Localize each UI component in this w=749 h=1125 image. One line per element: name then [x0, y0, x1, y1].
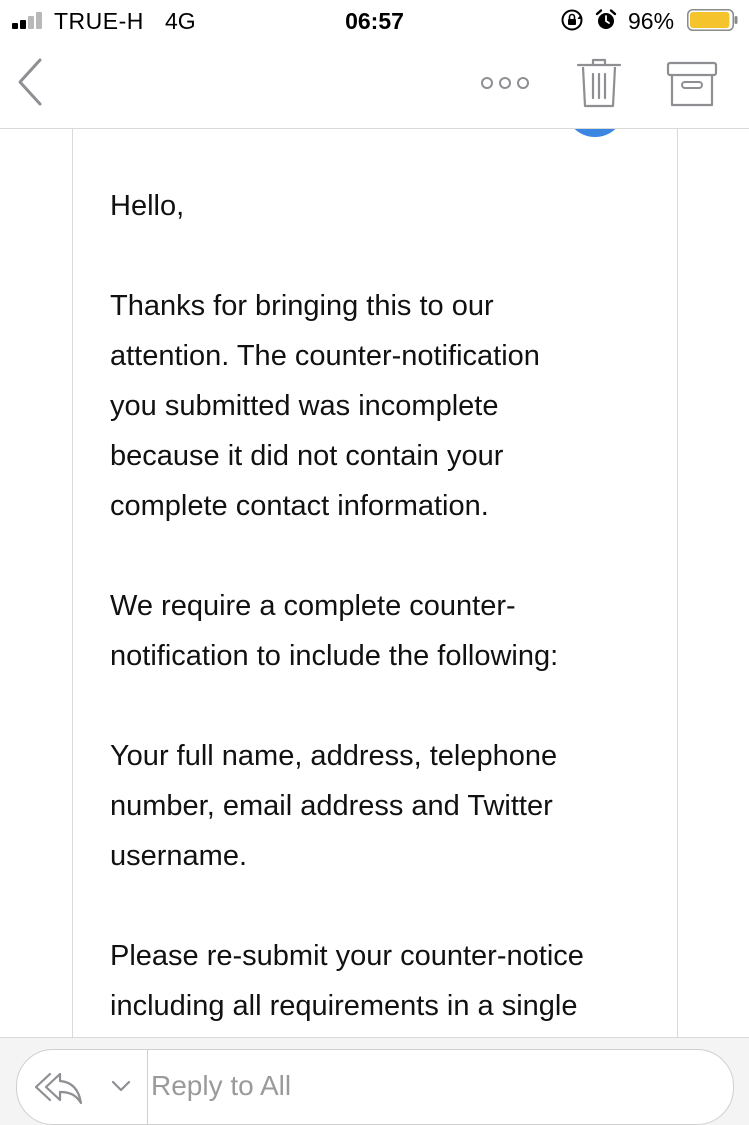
message-scroll-area[interactable]: Hello, Thanks for bringing this to our a…	[0, 129, 749, 1037]
battery-icon	[687, 9, 738, 31]
mail-message-screen: TRUE-H 4G 06:57 96% Hello, Thanks for br…	[0, 0, 749, 1125]
reply-all-icon[interactable]	[33, 1068, 83, 1106]
message-paragraph: Please re-submit your counter-notice inc…	[110, 940, 584, 1022]
message-paragraph: Your full name, address, telephone numbe…	[110, 740, 558, 872]
reply-bar	[0, 1037, 749, 1125]
message-paragraph: We require a complete counter- notificat…	[110, 590, 559, 672]
archive-icon[interactable]	[666, 60, 718, 108]
reply-input[interactable]	[151, 1051, 711, 1121]
rotation-lock-icon	[561, 9, 583, 31]
message-toolbar	[0, 40, 749, 129]
battery-percentage: 96%	[628, 8, 675, 34]
alarm-clock-icon	[595, 9, 617, 29]
reply-field-container	[16, 1049, 734, 1125]
status-bar: TRUE-H 4G 06:57 96%	[0, 0, 749, 40]
message-paragraph: Thanks for bringing this to our attentio…	[110, 290, 540, 522]
chevron-left-icon[interactable]	[14, 56, 48, 108]
more-horizontal-icon[interactable]	[478, 70, 532, 96]
trash-icon[interactable]	[574, 57, 624, 109]
reply-divider	[147, 1050, 148, 1124]
battery-level-fill	[690, 12, 730, 28]
message-paragraph: Hello,	[110, 190, 185, 222]
chevron-down-icon[interactable]	[111, 1080, 131, 1092]
message-body: Hello, Thanks for bringing this to our a…	[110, 181, 660, 1037]
